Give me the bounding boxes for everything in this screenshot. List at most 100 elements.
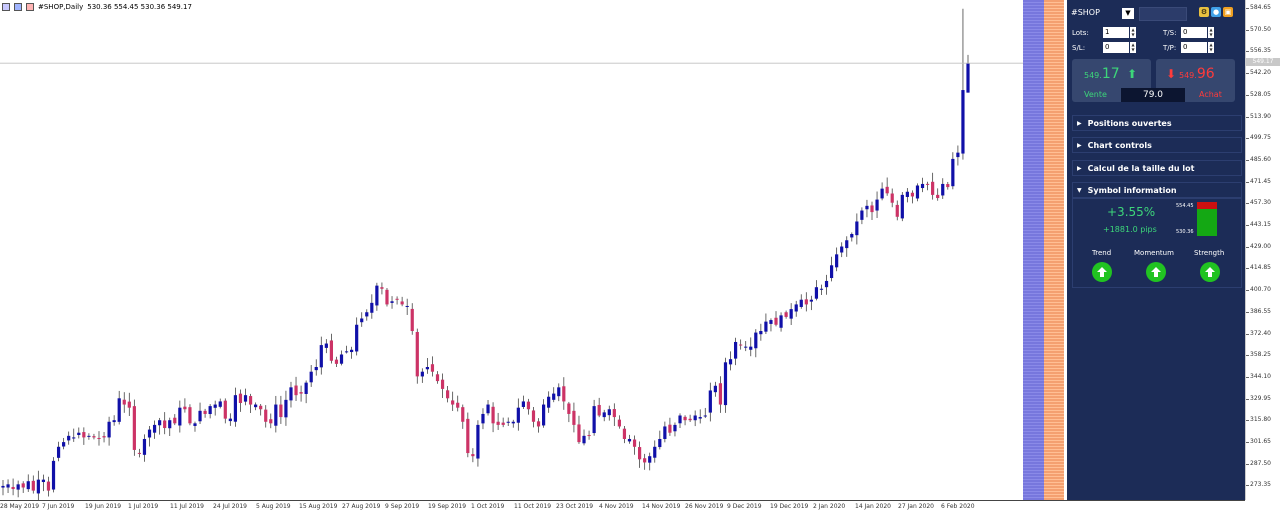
candle-body xyxy=(198,410,202,422)
candle-body xyxy=(547,396,551,408)
sell-label: Vente xyxy=(1084,90,1107,99)
price-tick: 386.55 xyxy=(1246,307,1271,315)
settings-icon[interactable]: ⚙ xyxy=(1199,7,1209,17)
candle-body xyxy=(158,420,162,426)
candle-body xyxy=(617,419,621,427)
tp-input[interactable]: 0 xyxy=(1181,42,1207,53)
section-symbol-information[interactable]: ▼ Symbol information xyxy=(1072,182,1242,198)
price-tick: 584.65 xyxy=(1246,4,1271,11)
period-icon xyxy=(26,3,34,11)
candle-body xyxy=(405,305,409,307)
price-tick: 301.65 xyxy=(1246,438,1271,445)
chart-ohlc: 530.36 554.45 530.36 549.17 xyxy=(87,3,192,11)
candle-body xyxy=(612,409,616,418)
price-tick: 287.50 xyxy=(1246,459,1271,467)
candle-body xyxy=(248,396,253,405)
candle-body xyxy=(885,186,889,194)
candle-body xyxy=(339,354,344,364)
info-icon[interactable]: ● xyxy=(1211,7,1221,17)
candle-body xyxy=(456,402,460,408)
price-tick: 570.50 xyxy=(1246,25,1271,33)
price-chart[interactable]: #SHOP,Daily 530.36 554.45 530.36 549.17 xyxy=(0,0,1023,500)
tp-stepper[interactable]: ▲ ▼ xyxy=(1208,42,1214,53)
candle-body xyxy=(557,387,561,397)
section-lot-size[interactable]: ▶ Calcul de la taille du lot xyxy=(1072,160,1242,176)
ts-stepper[interactable]: ▲ ▼ xyxy=(1208,27,1214,38)
candle-body xyxy=(314,367,318,371)
price-tick: 556.35 xyxy=(1246,47,1271,55)
date-tick: 24 Jul 2019 xyxy=(213,503,247,510)
momentum-up-icon xyxy=(1146,262,1166,282)
candle-body xyxy=(941,183,945,196)
candle-body xyxy=(572,410,576,425)
candle-body xyxy=(819,288,824,290)
sl-stepper[interactable]: ▲ ▼ xyxy=(1130,42,1136,53)
price-tick: 344.10 xyxy=(1246,372,1271,380)
candle-body xyxy=(72,437,76,439)
candle-body xyxy=(587,435,591,437)
candle-body xyxy=(749,346,753,350)
candle-body xyxy=(648,456,652,463)
candle-body xyxy=(936,194,940,199)
candle-body xyxy=(920,183,925,189)
section-positions-ouvertes[interactable]: ▶ Positions ouvertes xyxy=(1072,115,1242,131)
candle-body xyxy=(567,403,571,414)
candle-body xyxy=(117,398,121,422)
candle-body xyxy=(16,484,20,490)
candle-body xyxy=(264,409,268,422)
candle-body xyxy=(925,183,930,185)
candle-body xyxy=(769,320,773,324)
candle-body xyxy=(1,485,5,488)
candle-body xyxy=(304,382,308,394)
section-chart-controls[interactable]: ▶ Chart controls xyxy=(1072,137,1242,153)
lots-stepper[interactable]: ▲ ▼ xyxy=(1130,27,1136,38)
date-tick: 28 May 2019 xyxy=(0,503,40,510)
candle-body xyxy=(622,428,627,439)
candle-body xyxy=(754,332,758,349)
candle-body xyxy=(506,421,510,423)
date-tick: 1 Jul 2019 xyxy=(128,503,159,510)
candle-body xyxy=(951,158,955,187)
candle-body xyxy=(451,400,455,405)
symbol-search-field[interactable] xyxy=(1139,7,1187,21)
price-tick: 400.70 xyxy=(1246,286,1271,294)
candle-body xyxy=(11,486,15,490)
price-tick: 273.35 xyxy=(1246,481,1271,489)
indicator-stripe-orange xyxy=(1044,0,1064,500)
down-arrow-icon: ⬇ xyxy=(1166,67,1177,81)
candle-body xyxy=(577,424,581,443)
candle-body xyxy=(875,199,879,211)
candle-body xyxy=(36,479,40,494)
candle-body xyxy=(365,312,369,317)
tp-label: T/P: xyxy=(1163,44,1177,52)
symbol-dropdown-button[interactable]: ▼ xyxy=(1122,8,1134,19)
candle-body xyxy=(744,346,748,348)
candle-body xyxy=(355,324,359,352)
last-price-tag: 549.17 xyxy=(1246,58,1280,66)
sl-input[interactable]: 0 xyxy=(1103,42,1129,53)
spread-field[interactable]: 79.0 xyxy=(1121,88,1185,102)
candle-body xyxy=(683,416,687,421)
candle-body xyxy=(254,404,258,408)
candle-body xyxy=(521,401,525,407)
candle-body xyxy=(294,385,298,396)
candle-body xyxy=(147,429,152,438)
ts-input[interactable]: 0 xyxy=(1181,27,1207,38)
chevron-down-icon: ▼ xyxy=(1077,186,1082,194)
window-icon[interactable]: ▣ xyxy=(1223,7,1233,17)
candle-body xyxy=(653,446,657,458)
candle-body xyxy=(526,401,531,410)
lots-input[interactable]: 1 xyxy=(1103,27,1129,38)
candle-body xyxy=(678,415,682,424)
candle-body xyxy=(420,371,424,377)
candle-body xyxy=(319,345,323,368)
date-tick: 19 Jun 2019 xyxy=(85,503,122,510)
candle-body xyxy=(865,205,869,210)
candle-body xyxy=(799,299,803,307)
candle-body xyxy=(324,343,328,348)
sell-price: 549.17 xyxy=(1084,66,1120,82)
chevron-right-icon: ▶ xyxy=(1077,119,1082,127)
strength-up-icon xyxy=(1200,262,1220,282)
candle-body xyxy=(668,424,672,433)
price-tick: 372.40 xyxy=(1246,329,1271,337)
